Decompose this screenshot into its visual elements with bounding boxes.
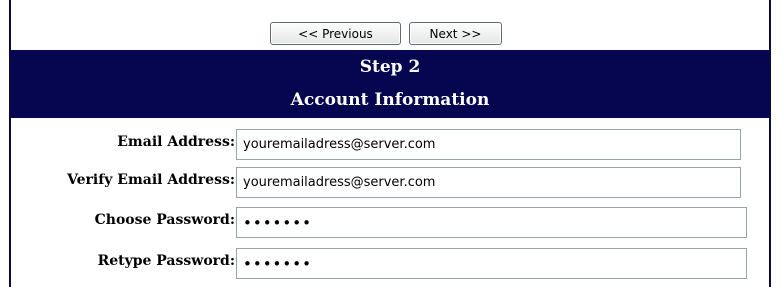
navigation-bar: << Previous Next >>	[11, 0, 769, 50]
choose-password-row: Choose Password:	[11, 203, 769, 241]
section-header: Step 2 Account Information	[11, 50, 769, 118]
retype-password-field[interactable]	[236, 248, 747, 279]
form-panel: << Previous Next >> Step 2 Account Infor…	[9, 0, 771, 287]
retype-password-label: Retype Password:	[97, 253, 235, 269]
previous-button[interactable]: << Previous	[270, 22, 401, 45]
verify-email-row: Verify Email Address:	[11, 163, 769, 201]
step-title: Step 2	[359, 57, 421, 77]
verify-email-field[interactable]	[236, 167, 741, 198]
email-row: Email Address:	[11, 125, 769, 163]
email-label: Email Address:	[117, 134, 235, 150]
verify-email-label: Verify Email Address:	[67, 172, 235, 188]
email-field[interactable]	[236, 129, 741, 160]
choose-password-label: Choose Password:	[94, 212, 235, 228]
choose-password-field[interactable]	[236, 207, 747, 238]
next-button[interactable]: Next >>	[409, 22, 502, 45]
section-title: Account Information	[290, 90, 490, 110]
retype-password-row: Retype Password:	[11, 244, 769, 282]
